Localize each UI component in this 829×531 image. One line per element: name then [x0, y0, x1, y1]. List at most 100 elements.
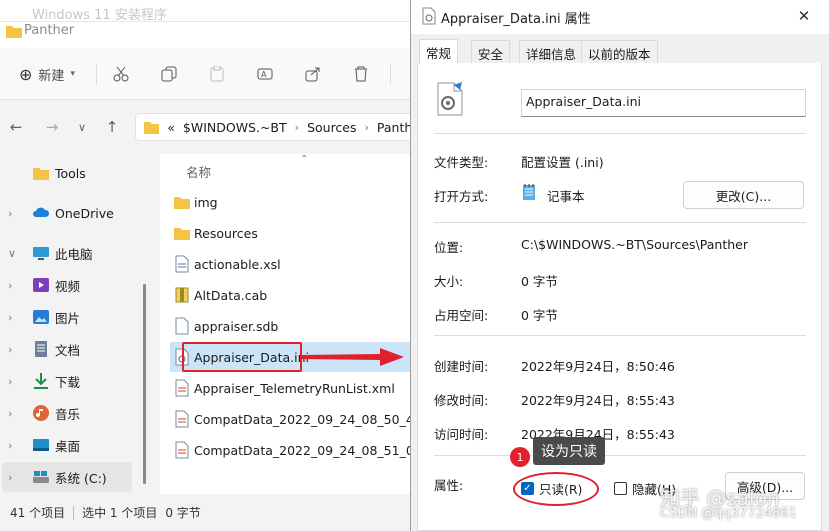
dialog-title: Appraiser_Data.ini 属性: [441, 12, 591, 27]
plus-icon: ⊕: [19, 64, 33, 84]
file-row[interactable]: Appraiser_TelemetryRunList.xml: [170, 373, 410, 403]
file-row[interactable]: actionable.xsl: [170, 249, 410, 279]
back-arrow-icon[interactable]: ←: [6, 117, 26, 137]
disk-size-value: 0 字节: [521, 308, 558, 323]
attributes-label: 属性:: [434, 478, 464, 493]
modified-label: 修改时间:: [434, 393, 489, 408]
created-value: 2022年9月24日，8:50:46: [521, 359, 675, 374]
svg-text:A: A: [261, 70, 267, 79]
cut-icon[interactable]: [110, 62, 132, 86]
forward-arrow-icon[interactable]: →: [42, 117, 62, 137]
video-icon: [33, 278, 49, 292]
breadcrumb-item[interactable]: Sources: [307, 120, 356, 135]
modified-value: 2022年9月24日，8:55:43: [521, 393, 675, 408]
chevron-right-icon[interactable]: ›: [8, 407, 12, 420]
sidebar-item-tools[interactable]: Tools: [0, 158, 150, 188]
xml-file-icon: [175, 441, 189, 459]
sidebar-item-onedrive[interactable]: › OneDrive: [0, 198, 150, 228]
sidebar-item-drive-c[interactable]: › 系统 (C:): [2, 462, 132, 492]
status-selected-count: 选中 1 个项目: [82, 506, 158, 520]
file-name: Resources: [194, 225, 258, 241]
chevron-right-icon[interactable]: ›: [8, 471, 12, 484]
paste-icon[interactable]: [206, 62, 228, 86]
sidebar-item-label: Tools: [55, 165, 86, 181]
cab-file-icon: [175, 287, 189, 303]
navigation-bar: ← → ∨ ↑ « $WINDOWS.~BT › Sources › Panth…: [0, 100, 420, 154]
tab-details[interactable]: 详细信息: [519, 40, 584, 64]
breadcrumb-item[interactable]: $WINDOWS.~BT: [183, 120, 287, 135]
sidebar-item-label: 此电脑: [55, 246, 93, 262]
notepad-icon: [523, 184, 535, 200]
readonly-highlight-ellipse: [513, 472, 599, 506]
size-value: 0 字节: [521, 274, 558, 289]
sidebar-item-music[interactable]: › 音乐: [0, 398, 150, 428]
disk-size-label: 占用空间:: [434, 308, 489, 323]
chevron-right-icon[interactable]: ›: [8, 207, 12, 220]
rename-icon[interactable]: A: [254, 62, 276, 86]
chevron-down-icon: ▾: [70, 69, 75, 79]
new-button[interactable]: ⊕ 新建 ▾: [12, 62, 82, 86]
sidebar-item-documents[interactable]: › 文档: [0, 334, 150, 364]
chevron-right-icon[interactable]: ›: [8, 279, 12, 292]
dialog-titlebar: Appraiser_Data.ini 属性 ✕: [411, 0, 829, 34]
sidebar-item-label: 音乐: [55, 406, 81, 422]
tab-security[interactable]: 安全: [471, 40, 511, 64]
sidebar-item-pictures[interactable]: › 图片: [0, 302, 150, 332]
general-tab-panel: Appraiser_Data.ini 文件类型: 配置设置 (.ini) 打开方…: [417, 63, 822, 531]
properties-dialog: Appraiser_Data.ini 属性 ✕ 常规 安全 详细信息 以前的版本…: [410, 0, 829, 531]
file-type-value: 配置设置 (.ini): [521, 155, 604, 170]
sidebar-item-label: OneDrive: [55, 205, 114, 221]
sidebar-item-this-pc[interactable]: ∨ 此电脑: [0, 238, 150, 268]
file-name: AltData.cab: [194, 287, 268, 303]
accessed-label: 访问时间:: [434, 427, 489, 442]
file-row[interactable]: appraiser.sdb: [170, 311, 410, 341]
folder-icon: [174, 197, 190, 209]
up-arrow-icon[interactable]: ↑: [102, 117, 122, 137]
tab-general[interactable]: 常规: [419, 39, 459, 64]
open-with-label: 打开方式:: [434, 189, 489, 204]
explorer-titlebar: Windows 11 安装程序 Panther: [0, 0, 420, 48]
file-row[interactable]: img: [170, 187, 410, 217]
address-bar[interactable]: « $WINDOWS.~BT › Sources › Panthe: [135, 113, 420, 141]
sidebar-item-label: 视频: [55, 278, 81, 294]
file-row[interactable]: CompatData_2022_09_24_08_50_49_3...: [170, 404, 448, 434]
chevron-right-icon[interactable]: ›: [8, 343, 12, 356]
change-button[interactable]: 更改(C)...: [683, 181, 804, 209]
sidebar-item-desktop[interactable]: › 桌面: [0, 430, 150, 460]
size-label: 大小:: [434, 274, 464, 289]
explorer-toolbar: ⊕ 新建 ▾ A: [0, 48, 420, 100]
recent-chevron-icon[interactable]: ∨: [72, 117, 92, 137]
tab-previous-versions[interactable]: 以前的版本: [581, 40, 658, 64]
file-name: img: [194, 194, 218, 210]
file-icon: [175, 317, 189, 335]
document-icon: [35, 341, 47, 357]
explorer-tab[interactable]: Panther: [24, 23, 74, 38]
file-name: appraiser.sdb: [194, 318, 279, 334]
xsl-file-icon: [175, 255, 189, 273]
close-icon[interactable]: ✕: [794, 6, 814, 26]
filename-field[interactable]: Appraiser_Data.ini: [521, 89, 806, 117]
dialog-tabs: 常规 安全 详细信息 以前的版本: [417, 39, 822, 64]
column-header-name[interactable]: 名称: [186, 162, 211, 181]
copy-icon[interactable]: [158, 62, 180, 86]
file-type-label: 文件类型:: [434, 155, 489, 170]
sidebar-scrollbar[interactable]: [143, 284, 146, 484]
file-row[interactable]: CompatData_2022_09_24_08_51_00_3...: [170, 435, 448, 465]
file-list: ⌃ 名称 img Resources actionable.xsl AltDat…: [160, 154, 448, 494]
sidebar-item-label: 桌面: [55, 438, 81, 454]
file-row[interactable]: AltData.cab: [170, 280, 410, 310]
chevron-right-icon[interactable]: ›: [8, 311, 12, 324]
file-row[interactable]: Resources: [170, 218, 410, 248]
sidebar-item-videos[interactable]: › 视频: [0, 270, 150, 300]
share-icon[interactable]: [302, 62, 324, 86]
chevron-right-icon[interactable]: ›: [8, 375, 12, 388]
red-arrow-icon: [300, 348, 404, 366]
sidebar-item-downloads[interactable]: › 下载: [0, 366, 150, 396]
chevron-right-icon: ›: [294, 120, 300, 134]
breadcrumb-overflow[interactable]: «: [167, 120, 175, 135]
delete-icon[interactable]: [350, 62, 372, 86]
selection-highlight-box: [182, 342, 302, 372]
chevron-down-icon[interactable]: ∨: [8, 247, 16, 260]
chevron-right-icon[interactable]: ›: [8, 439, 12, 452]
folder-icon: [33, 168, 49, 180]
